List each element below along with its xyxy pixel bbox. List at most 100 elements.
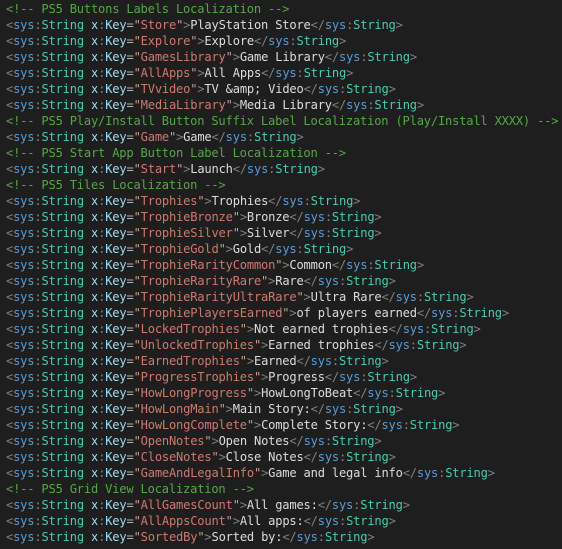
code-line[interactable]: <!-- PS5 Tiles Localization --> [0,177,562,193]
code-quote: " [232,226,240,240]
code-line[interactable]: <sys:String x:Key="TrophieGold">Gold</sy… [0,241,562,257]
code-line[interactable]: <sys:String x:Key="Trophies">Trophies</s… [0,193,562,209]
code-line[interactable]: <sys:String x:Key="AllAppsCount">All app… [0,513,562,529]
code-line[interactable]: <sys:String x:Key="HowLongMain">Main Sto… [0,401,562,417]
code-line[interactable]: <sys:String x:Key="HowLongComplete">Comp… [0,417,562,433]
code-tag-name: String [346,514,389,528]
code-line[interactable]: <!-- PS5 Play/Install Button Suffix Labe… [0,113,562,129]
code-punctuation: </ [261,66,276,80]
code-quote: " [133,402,141,416]
code-line[interactable]: <sys:String x:Key="GamesLibrary">Game Li… [0,49,562,65]
code-line[interactable]: <sys:String x:Key="MediaLibrary">Media L… [0,97,562,113]
code-namespace: sys [303,434,325,448]
code-tag-name: String [41,386,84,400]
code-attribute: Key [105,82,127,96]
code-punctuation: > [374,210,382,224]
code-line[interactable]: <sys:String x:Key="TrophieBronze">Bronze… [0,209,562,225]
code-line[interactable]: <sys:String x:Key="Start">Launch</sys:St… [0,161,562,177]
code-line[interactable]: <sys:String x:Key="AllApps">All Apps</sy… [0,65,562,81]
code-namespace: sys [13,402,35,416]
code-tag-name: String [41,354,84,368]
code-line[interactable]: <sys:String x:Key="AllGamesCount">All ga… [0,497,562,513]
code-line[interactable]: <!-- PS5 Buttons Labels Localization --> [0,1,562,17]
code-attribute: Key [105,418,127,432]
code-line[interactable]: <sys:String x:Key="TrophiePlayersEarned"… [0,305,562,321]
code-attribute-value: AllApps [140,66,191,80]
code-punctuation: : [423,322,432,336]
code-punctuation: > [204,530,212,544]
code-line[interactable]: <sys:String x:Key="GameAndLegalInfo">Gam… [0,465,562,481]
code-namespace: sys [225,130,247,144]
code-text-content: Silver [246,226,290,240]
code-punctuation: : [338,274,347,288]
code-equals: = [126,194,134,208]
code-namespace: sys [416,466,439,480]
code-tag-name: String [41,210,84,224]
code-line[interactable]: <!-- PS5 Grid View Localization --> [0,481,562,497]
code-quote: " [133,242,141,256]
code-line[interactable]: <sys:String x:Key="TrophieSilver">Silver… [0,225,562,241]
code-tag-name: String [423,290,467,304]
code-attribute-value: TrophieRarityCommon [140,258,276,272]
code-line[interactable]: <sys:String x:Key="HowLongProgress">HowL… [0,385,562,401]
code-line[interactable]: <sys:String x:Key="TrophieRarityRare">Ra… [0,273,562,289]
code-line[interactable]: <sys:String x:Key="ProgressTrophies">Pro… [0,369,562,385]
code-line[interactable]: <!-- PS5 Start App Button Label Localiza… [0,145,562,161]
code-tag-name: String [353,18,396,32]
code-quote: " [211,450,219,464]
code-quote: " [133,18,141,32]
code-namespace: sys [367,386,389,400]
code-tag-name: String [331,434,375,448]
code-text-content [84,290,91,304]
code-namespace: sys [317,450,339,464]
code-punctuation: : [303,194,311,208]
code-namespace: sys [13,290,35,304]
code-quote: " [246,418,254,432]
code-quote: " [133,386,141,400]
code-line[interactable]: <sys:String x:Key="TVvideo">TV &amp; Vid… [0,81,562,97]
code-attribute-value: TrophieBronze [140,210,233,224]
code-tag-name: String [41,130,84,144]
code-line[interactable]: <sys:String x:Key="OpenNotes">Open Notes… [0,433,562,449]
code-punctuation: : [416,290,424,304]
code-line[interactable]: <sys:String x:Key="Store">PlayStation St… [0,17,562,33]
code-text-content [84,514,91,528]
code-text-content [84,386,91,400]
code-attribute: Key [105,466,127,480]
code-tag-name: String [459,306,502,320]
code-namespace: sys [317,514,339,528]
code-namespace: sys [13,210,35,224]
code-text-content [84,370,91,384]
code-line[interactable]: <sys:String x:Key="Game">Game</sys:Strin… [0,129,562,145]
code-equals: = [126,226,134,240]
code-tag-name: String [303,242,347,256]
code-punctuation: > [225,242,233,256]
code-attribute-value: HowLongProgress [140,386,247,400]
code-punctuation: : [338,514,347,528]
code-namespace: sys [303,226,325,240]
code-punctuation: > [374,226,382,240]
code-line[interactable]: <sys:String x:Key="EarnedTrophies">Earne… [0,353,562,369]
code-text-content: Game Library [239,50,325,64]
code-attribute-value: SortedBy [140,530,198,544]
code-text-content: PlayStation Store [190,18,311,32]
code-namespace: sys [13,338,35,352]
code-equals: = [126,98,134,112]
code-attribute-value: TrophieRarityUltraRare [140,290,297,304]
code-attribute: Key [105,162,127,176]
code-attribute: Key [105,66,127,80]
code-line[interactable]: <sys:String x:Key="UnlockedTrophies">Ear… [0,337,562,353]
code-punctuation: </ [324,50,339,64]
code-line[interactable]: <sys:String x:Key="Explore">Explore</sys… [0,33,562,49]
code-punctuation: > [246,322,254,336]
code-attribute-value: OpenNotes [140,434,205,448]
code-attribute: Key [105,530,127,544]
code-line[interactable]: <sys:String x:Key="CloseNotes">Close Not… [0,449,562,465]
code-line[interactable]: <sys:String x:Key="TrophieRarityUltraRar… [0,289,562,305]
code-quote: " [133,226,141,240]
code-line[interactable]: <sys:String x:Key="LockedTrophies">Not e… [0,321,562,337]
code-line[interactable]: <sys:String x:Key="SortedBy">Sorted by:<… [0,529,562,545]
code-editor[interactable]: <!-- PS5 Buttons Labels Localization -->… [0,0,562,549]
code-line[interactable]: <sys:String x:Key="TrophieRarityCommon">… [0,257,562,273]
code-text-content [84,18,91,32]
